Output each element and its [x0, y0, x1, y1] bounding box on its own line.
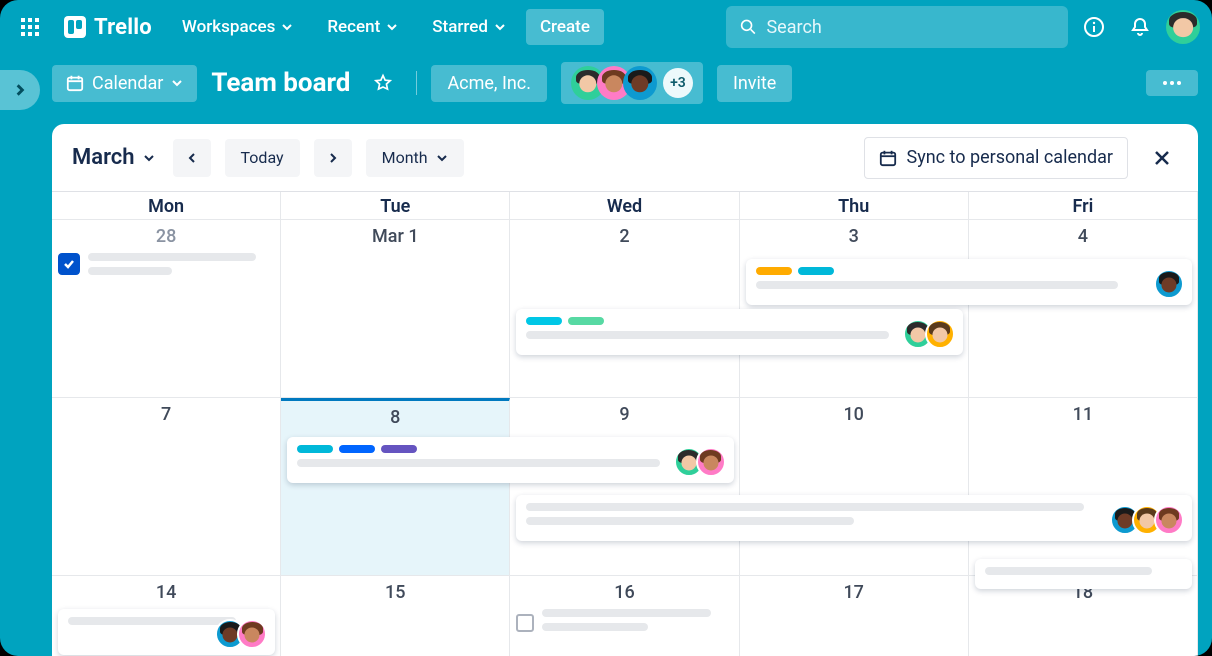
info-button[interactable]: [1074, 7, 1114, 47]
search-box[interactable]: [726, 6, 1068, 48]
ellipsis-icon: [1162, 80, 1182, 86]
calendar-icon: [66, 74, 84, 92]
close-calendar[interactable]: [1142, 138, 1182, 178]
card-label: [798, 267, 834, 275]
nav-workspaces-label: Workspaces: [182, 17, 275, 37]
calendar-card[interactable]: [287, 437, 733, 483]
search-icon: [740, 18, 756, 36]
divider: [416, 71, 417, 95]
calendar-card[interactable]: [746, 259, 1192, 305]
next-period[interactable]: [314, 139, 352, 177]
calendar-card[interactable]: [58, 609, 275, 655]
search-input[interactable]: [766, 17, 1054, 38]
day-header: Fri: [969, 192, 1198, 220]
info-icon: [1083, 16, 1105, 38]
logo-text: Trello: [94, 15, 152, 40]
calendar-card[interactable]: [516, 495, 1192, 541]
chevron-left-icon: [186, 152, 198, 164]
view-switcher[interactable]: Calendar: [52, 65, 197, 102]
trello-glyph-icon: [64, 16, 86, 38]
invite-button[interactable]: Invite: [717, 65, 792, 102]
user-avatar[interactable]: [1166, 10, 1200, 44]
chevron-down-icon: [143, 152, 155, 164]
chevron-down-icon: [281, 21, 293, 33]
nav-starred[interactable]: Starred: [418, 9, 520, 45]
completed-checkbox[interactable]: [58, 253, 80, 275]
month-picker[interactable]: March: [68, 141, 159, 174]
card-member-avatar[interactable]: [1154, 505, 1184, 535]
board-title[interactable]: Team board: [211, 68, 350, 98]
view-switcher-label: Calendar: [92, 73, 163, 94]
card-label: [568, 317, 604, 325]
calendar-card[interactable]: [516, 609, 733, 637]
checkbox-icon[interactable]: [516, 614, 534, 632]
nav-recent-label: Recent: [327, 17, 380, 37]
card-label: [526, 317, 562, 325]
sync-button[interactable]: Sync to personal calendar: [864, 137, 1128, 179]
sync-label: Sync to personal calendar: [907, 147, 1113, 168]
nav-workspaces[interactable]: Workspaces: [168, 9, 307, 45]
calendar-card[interactable]: [516, 309, 962, 355]
bell-icon: [1129, 16, 1151, 38]
month-label: March: [72, 145, 135, 170]
card-member-avatar[interactable]: [696, 447, 726, 477]
nav-recent[interactable]: Recent: [313, 9, 412, 45]
range-label: Month: [382, 148, 428, 167]
nav-starred-label: Starred: [432, 17, 488, 37]
today-button[interactable]: Today: [225, 139, 300, 177]
notifications-button[interactable]: [1120, 7, 1160, 47]
calendar-card[interactable]: [58, 253, 275, 281]
today-label: Today: [241, 148, 284, 167]
card-member-avatar[interactable]: [1154, 269, 1184, 299]
calendar-card[interactable]: [975, 559, 1192, 589]
sidebar-collapse[interactable]: [0, 70, 40, 110]
chevron-down-icon: [436, 152, 448, 164]
day-header: Tue: [281, 192, 510, 220]
members-overflow[interactable]: +3: [663, 68, 693, 98]
org-link[interactable]: Acme, Inc.: [431, 65, 547, 102]
card-label: [756, 267, 792, 275]
app-switcher[interactable]: [12, 9, 48, 45]
close-icon: [1152, 148, 1172, 168]
range-picker[interactable]: Month: [366, 139, 464, 177]
card-label: [339, 445, 375, 453]
star-icon: [373, 73, 393, 93]
trello-logo[interactable]: Trello: [54, 11, 162, 44]
day-header: Mon: [52, 192, 281, 220]
board-members[interactable]: +3: [561, 62, 703, 104]
day-header: Thu: [740, 192, 969, 220]
chevron-down-icon: [171, 77, 183, 89]
card-member-avatar[interactable]: [237, 619, 267, 649]
member-avatar[interactable]: [623, 66, 657, 100]
card-label: [381, 445, 417, 453]
card-label: [297, 445, 333, 453]
chevron-down-icon: [494, 21, 506, 33]
card-member-avatar[interactable]: [925, 319, 955, 349]
star-board[interactable]: [364, 64, 402, 102]
nav-create-label: Create: [540, 17, 590, 37]
invite-label: Invite: [733, 73, 776, 94]
calendar-icon: [879, 149, 897, 167]
day-header: Wed: [510, 192, 739, 220]
board-menu[interactable]: [1146, 70, 1198, 96]
chevron-down-icon: [386, 21, 398, 33]
org-name: Acme, Inc.: [447, 73, 531, 94]
chevron-right-icon: [327, 152, 339, 164]
prev-period[interactable]: [173, 139, 211, 177]
nav-create[interactable]: Create: [526, 9, 604, 45]
